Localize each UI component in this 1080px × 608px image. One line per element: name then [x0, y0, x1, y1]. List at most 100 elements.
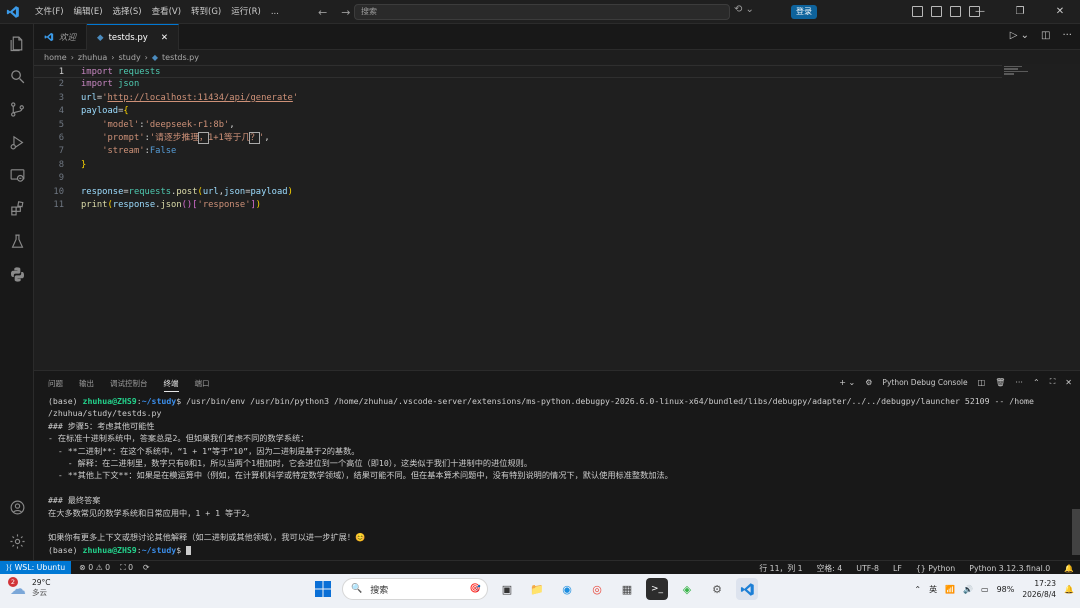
taskbar-search[interactable]: 🔍 搜索 🎯: [342, 578, 488, 600]
windows-start-icon[interactable]: [312, 578, 334, 600]
split-terminal-icon[interactable]: ◫: [978, 378, 986, 387]
python-interpreter[interactable]: Python 3.12.3.final.0: [969, 564, 1050, 573]
tab-output[interactable]: 输出: [79, 378, 94, 392]
accounts-icon[interactable]: [0, 492, 34, 522]
settings-gear-icon[interactable]: [0, 526, 34, 556]
weather-widget[interactable]: ☁ 2 29°C 多云: [8, 576, 51, 598]
trash-icon[interactable]: 🗑: [995, 378, 1005, 387]
maximize-icon[interactable]: ❐: [1000, 0, 1040, 24]
forward-arrow-icon[interactable]: →: [341, 6, 350, 19]
menu-more[interactable]: ...: [266, 0, 284, 24]
code-line[interactable]: 5 'model':'deepseek-r1:8b',: [34, 119, 1014, 132]
terminal-app-icon[interactable]: >_: [646, 578, 668, 600]
source-control-icon[interactable]: [0, 94, 34, 124]
volume-icon[interactable]: 🔊: [963, 585, 973, 594]
minimize-icon[interactable]: —: [960, 0, 1000, 24]
tab-problems[interactable]: 问题: [48, 378, 63, 392]
vscode-taskbar-icon[interactable]: [736, 578, 758, 600]
menu-run[interactable]: 运行(R): [226, 0, 266, 24]
python-file-icon: ◆: [97, 32, 104, 43]
more-actions-icon[interactable]: ···: [1015, 378, 1023, 387]
battery-icon[interactable]: ▭: [981, 585, 989, 594]
language-mode[interactable]: {} Python: [916, 564, 955, 573]
close-icon[interactable]: ✕: [1040, 0, 1080, 24]
copilot-icon[interactable]: ⟲ ⌄: [734, 4, 754, 15]
breadcrumb-home[interactable]: home: [44, 53, 67, 62]
task-view-icon[interactable]: ▣: [496, 578, 518, 600]
title-bar: 文件(F) 编辑(E) 选择(S) 查看(V) 转到(G) 运行(R) ... …: [0, 0, 1080, 24]
ports-indicator[interactable]: ⛶ 0: [120, 563, 133, 573]
tab-welcome[interactable]: 欢迎: [34, 24, 88, 50]
command-search-input[interactable]: 搜索: [354, 4, 730, 20]
clock[interactable]: 17:23 2026/8/4: [1022, 578, 1056, 600]
terminal-output[interactable]: (base) zhuhua@ZHS9:~/study$ /usr/bin/env…: [48, 395, 1068, 556]
terminal-line: (base) zhuhua@ZHS9:~/study$ /usr/bin/env…: [48, 396, 1034, 406]
app-icon[interactable]: ◈: [676, 578, 698, 600]
code-line[interactable]: 2 import json: [34, 78, 1014, 91]
terminal-scrollbar[interactable]: [1072, 509, 1080, 555]
explorer-icon[interactable]: [0, 28, 34, 58]
tab-ports[interactable]: 端口: [195, 378, 210, 392]
back-arrow-icon[interactable]: ←: [318, 6, 327, 19]
code-line[interactable]: 1 import requests: [34, 65, 1002, 79]
code-editor[interactable]: 1 import requests 2 import json 3 url='http…: [34, 64, 1080, 370]
menu-view[interactable]: 查看(V): [147, 0, 186, 24]
toggle-panel-icon[interactable]: [931, 6, 942, 17]
code-line[interactable]: 6 'prompt':'请逐步推理，1+1等于几？',: [34, 132, 1014, 145]
wifi-icon[interactable]: 📶: [945, 585, 955, 594]
notification-center-icon[interactable]: 🔔: [1064, 585, 1074, 594]
file-explorer-icon[interactable]: 📁: [526, 578, 548, 600]
breadcrumb-zhuhua[interactable]: zhuhua: [78, 53, 107, 62]
code-line[interactable]: 10 response=requests.post(url,json=payloa…: [34, 186, 1014, 199]
menu-file[interactable]: 文件(F): [30, 0, 69, 24]
login-button[interactable]: 登录: [791, 5, 817, 19]
breadcrumb-study[interactable]: study: [118, 53, 140, 62]
tab-close-icon[interactable]: ✕: [161, 33, 168, 43]
input-method[interactable]: 英: [929, 584, 937, 595]
end-of-line[interactable]: LF: [893, 564, 902, 573]
remote-explorer-icon[interactable]: [0, 160, 34, 190]
notifications-bell-icon[interactable]: 🔔: [1064, 564, 1074, 573]
indentation[interactable]: 空格: 4: [817, 563, 843, 574]
encoding[interactable]: UTF-8: [856, 564, 879, 573]
code-line[interactable]: 9: [34, 172, 1014, 185]
menu-edit[interactable]: 编辑(E): [69, 0, 108, 24]
search-icon[interactable]: [0, 61, 34, 91]
edge-browser-icon[interactable]: ◉: [556, 578, 578, 600]
menu-go[interactable]: 转到(G): [186, 0, 226, 24]
new-terminal-icon[interactable]: + ⌄: [839, 378, 855, 387]
remote-indicator[interactable]: ⟩⟨ WSL: Ubuntu: [0, 560, 72, 575]
toggle-sidebar-icon[interactable]: [912, 6, 923, 17]
code-line[interactable]: 4 payload={: [34, 105, 1014, 118]
minimap[interactable]: [1004, 66, 1030, 80]
code-line[interactable]: 11 print(response.json()['response']): [34, 199, 1014, 212]
cursor-position[interactable]: 行 11，列 1: [759, 563, 802, 574]
settings-app-icon[interactable]: ⚙: [706, 578, 728, 600]
chrome-icon[interactable]: ◎: [586, 578, 608, 600]
code-line[interactable]: 3 url='http://localhost:11434/api/generat…: [34, 92, 1014, 105]
tab-debug-console[interactable]: 调试控制台: [110, 378, 148, 392]
status-bar: ⟩⟨ WSL: Ubuntu ⊗ 0 ⚠ 0 ⛶ 0 ⟳ 行 11，列 1 空格…: [0, 560, 1080, 575]
extensions-icon[interactable]: [0, 193, 34, 223]
tab-terminal[interactable]: 终端: [163, 378, 179, 392]
maximize-panel-icon[interactable]: ⛶: [1050, 377, 1056, 387]
code-line[interactable]: 8}: [34, 159, 1014, 172]
terminal-name[interactable]: Python Debug Console: [882, 378, 967, 387]
terminal-line: /zhuhua/study/testds.py: [48, 408, 162, 419]
close-panel-icon[interactable]: ✕: [1065, 378, 1072, 387]
problems-indicator[interactable]: ⊗ 0 ⚠ 0: [79, 563, 110, 573]
tab-testds[interactable]: ◆ testds.py ✕: [87, 24, 179, 50]
run-debug-icon[interactable]: [0, 127, 34, 157]
chevron-up-icon[interactable]: ⌃: [914, 585, 921, 594]
more-actions-icon[interactable]: ···: [1062, 30, 1072, 41]
python-icon[interactable]: [0, 259, 34, 289]
testing-icon[interactable]: [0, 226, 34, 256]
run-python-file-icon[interactable]: ▷ ⌄: [1010, 30, 1029, 41]
breadcrumb-file[interactable]: testds.py: [162, 53, 199, 62]
split-editor-icon[interactable]: ◫: [1041, 30, 1050, 41]
store-icon[interactable]: ▦: [616, 578, 638, 600]
menu-selection[interactable]: 选择(S): [108, 0, 147, 24]
chevron-up-icon[interactable]: ⌃: [1033, 378, 1040, 387]
code-line[interactable]: 7 'stream':False: [34, 145, 1014, 158]
debug-launch-icon[interactable]: ⟳: [143, 563, 150, 573]
